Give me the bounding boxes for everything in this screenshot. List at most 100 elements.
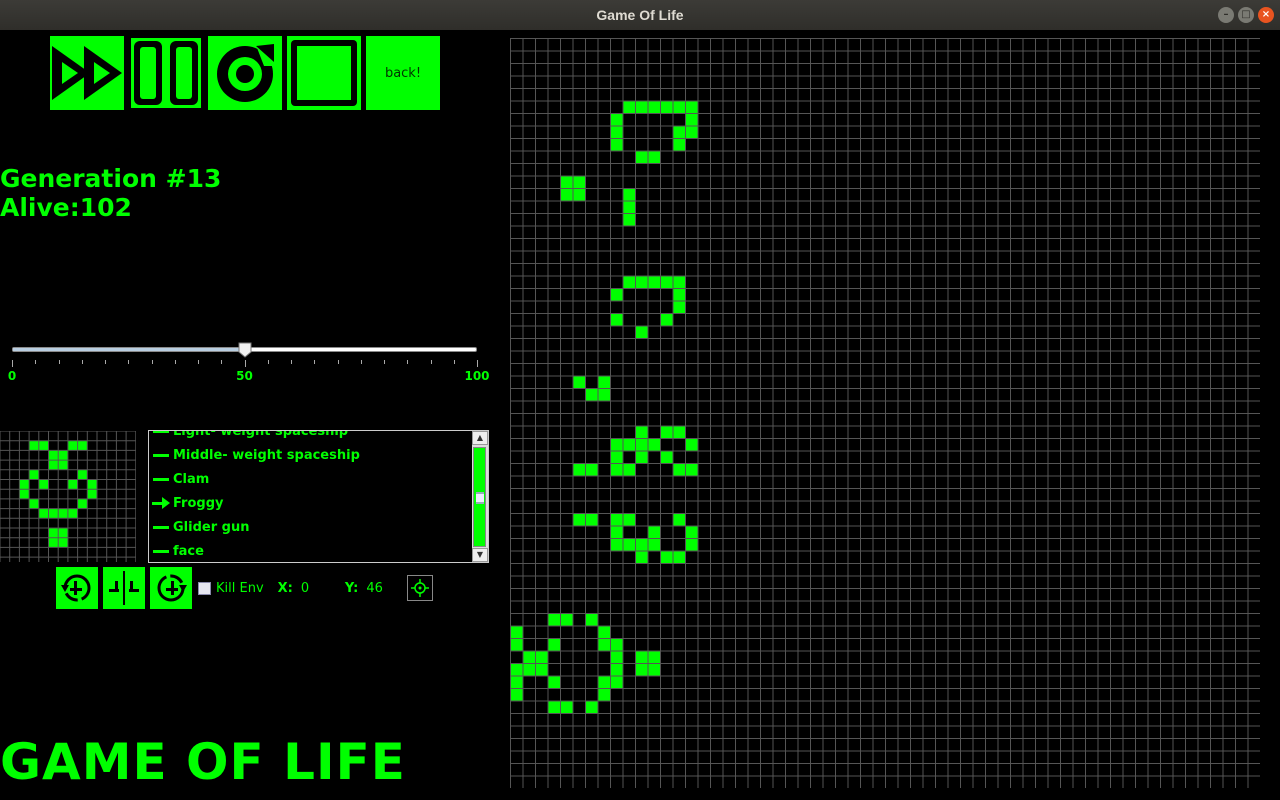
center-button[interactable] [406,575,433,601]
close-button[interactable]: × [1258,7,1274,23]
live-cell[interactable] [597,675,611,689]
live-cell[interactable] [510,688,523,701]
live-cell[interactable] [672,550,686,564]
live-cell[interactable] [622,213,636,226]
live-cell[interactable] [610,675,623,689]
live-cell[interactable] [610,650,623,664]
live-cell[interactable] [610,138,623,151]
live-cell[interactable] [572,175,586,189]
live-cell[interactable] [610,313,623,326]
live-cell[interactable] [685,125,698,139]
pattern-list-item[interactable]: Clam [149,467,471,491]
live-cell[interactable] [572,188,586,201]
live-cell[interactable] [585,700,598,714]
live-cell[interactable] [510,625,523,639]
live-cell[interactable] [610,288,623,301]
live-cell[interactable] [685,113,698,126]
live-cell[interactable] [647,538,661,551]
live-cell[interactable] [660,550,673,564]
live-cell[interactable] [522,663,536,676]
live-cell[interactable] [635,550,648,564]
live-cell[interactable] [647,100,661,114]
pattern-list-scrollbar[interactable]: ▲ ▼ [472,431,488,562]
pattern-list-item[interactable]: Froggy [149,491,471,515]
rotate-right-button[interactable] [150,567,192,609]
live-cell[interactable] [660,100,673,114]
live-cell[interactable] [685,538,698,551]
live-cell[interactable] [635,150,648,164]
flip-button[interactable] [103,567,145,609]
live-cell[interactable] [635,275,648,289]
live-cell[interactable] [672,288,686,301]
speed-slider[interactable]: 0 50 100 [8,340,490,386]
reset-button[interactable] [208,36,282,110]
live-cell[interactable] [622,200,636,214]
live-cell[interactable] [672,463,686,476]
live-cell[interactable] [635,325,648,339]
live-cell[interactable] [672,125,686,139]
live-cell[interactable] [622,463,636,476]
live-cell[interactable] [685,438,698,451]
live-cell[interactable] [597,388,611,401]
live-cell[interactable] [610,513,623,526]
live-cell[interactable] [622,513,636,526]
pattern-list-item[interactable]: face [149,539,471,562]
live-cell[interactable] [647,438,661,451]
live-cell[interactable] [672,513,686,526]
live-cell[interactable] [610,450,623,464]
live-cell[interactable] [622,538,636,551]
live-cell[interactable] [685,525,698,539]
live-cell[interactable] [547,638,561,651]
live-cell[interactable] [560,188,573,201]
scroll-up-icon[interactable]: ▲ [472,431,488,445]
live-cell[interactable] [572,375,586,389]
live-cell[interactable] [560,613,573,626]
live-cell[interactable] [585,388,598,401]
live-cell[interactable] [560,700,573,714]
live-cell[interactable] [597,688,611,701]
live-cell[interactable] [647,663,661,676]
live-cell[interactable] [672,138,686,151]
live-cell[interactable] [585,513,598,526]
live-cell[interactable] [535,663,548,676]
live-cell[interactable] [660,313,673,326]
live-cell[interactable] [560,175,573,189]
live-cell[interactable] [647,150,661,164]
scrollbar-thumb[interactable] [473,447,486,547]
live-cell[interactable] [635,450,648,464]
back-button[interactable]: back! [366,36,440,110]
live-cell[interactable] [622,275,636,289]
game-board[interactable] [510,38,1260,788]
live-cell[interactable] [635,650,648,664]
live-cell[interactable] [610,463,623,476]
live-cell[interactable] [610,538,623,551]
maximize-button[interactable]: □ [1238,7,1254,23]
live-cell[interactable] [672,275,686,289]
live-cell[interactable] [660,450,673,464]
live-cell[interactable] [622,188,636,201]
live-cell[interactable] [610,638,623,651]
live-cell[interactable] [510,675,523,689]
live-cell[interactable] [622,438,636,451]
play-fast-button[interactable] [50,36,124,110]
live-cell[interactable] [635,663,648,676]
live-cell[interactable] [522,650,536,664]
live-cell[interactable] [660,425,673,439]
pattern-list-item[interactable]: Middle- weight spaceship [149,443,471,467]
pattern-list[interactable]: Light- weight spaceship Middle- weight sp… [148,430,489,563]
live-cell[interactable] [547,675,561,689]
live-cell[interactable] [547,613,561,626]
live-cell[interactable] [635,100,648,114]
pattern-list-item[interactable]: Light- weight spaceship [149,431,471,443]
live-cell[interactable] [585,463,598,476]
live-cell[interactable] [635,538,648,551]
live-cell[interactable] [635,438,648,451]
live-cell[interactable] [672,425,686,439]
pattern-list-item[interactable]: Glider gun [149,515,471,539]
live-cell[interactable] [647,275,661,289]
live-cell[interactable] [660,275,673,289]
live-cell[interactable] [685,100,698,114]
pause-button[interactable] [129,36,203,110]
live-cell[interactable] [610,438,623,451]
live-cell[interactable] [635,425,648,439]
